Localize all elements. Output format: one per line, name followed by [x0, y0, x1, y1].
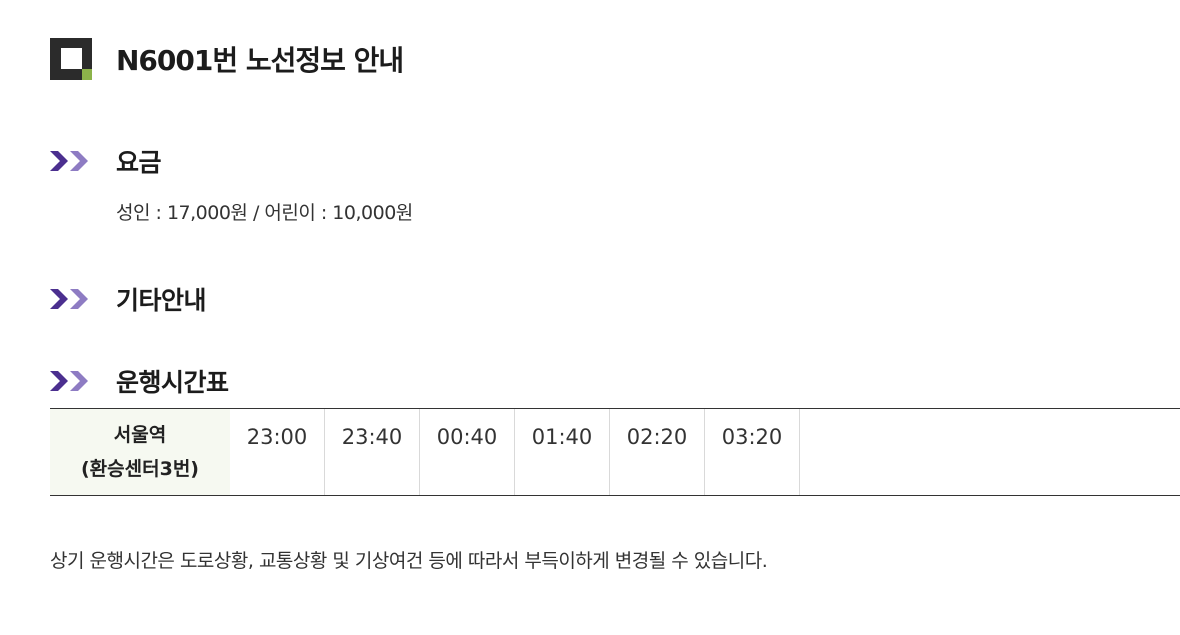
departure-time-cell: 02:20 — [610, 409, 705, 495]
section-other-info: 기타안내 — [50, 281, 207, 317]
double-chevron-icon — [50, 371, 88, 391]
departure-time-cell: 23:00 — [230, 409, 325, 495]
double-chevron-icon — [50, 289, 88, 309]
section-timetable: 운행시간표 — [50, 363, 229, 399]
station-platform: (환승센터3번) — [81, 458, 199, 480]
section-heading-timetable: 운행시간표 — [116, 368, 229, 397]
empty-cell — [800, 409, 1180, 495]
timetable-table: 서울역 (환승센터3번) 23:00 23:40 00:40 01:40 02:… — [50, 408, 1180, 496]
section-heading-fare: 요금 — [116, 148, 162, 177]
departure-time-cell: 01:40 — [515, 409, 610, 495]
departure-time-cell: 03:20 — [705, 409, 800, 495]
station-cell: 서울역 (환승센터3번) — [50, 409, 230, 495]
page-title: N6001번 노선정보 안내 — [116, 44, 404, 77]
station-name: 서울역 — [113, 424, 167, 446]
title-row: N6001번 노선정보 안내 — [50, 38, 404, 80]
fare-text: 성인 : 17,000원 / 어린이 : 10,000원 — [116, 202, 413, 224]
logo-icon — [50, 38, 92, 80]
departure-time-cell: 00:40 — [420, 409, 515, 495]
section-heading-other-info: 기타안내 — [116, 286, 207, 315]
departure-time-cell: 23:40 — [325, 409, 420, 495]
route-info-page: N6001번 노선정보 안내 요금 성인 : 17,000원 / 어린이 : 1… — [0, 0, 1180, 635]
double-chevron-icon — [50, 151, 88, 171]
section-fare: 요금 — [50, 143, 162, 179]
schedule-notice: 상기 운행시간은 도로상황, 교통상황 및 기상여건 등에 따라서 부득이하게 … — [50, 550, 768, 572]
